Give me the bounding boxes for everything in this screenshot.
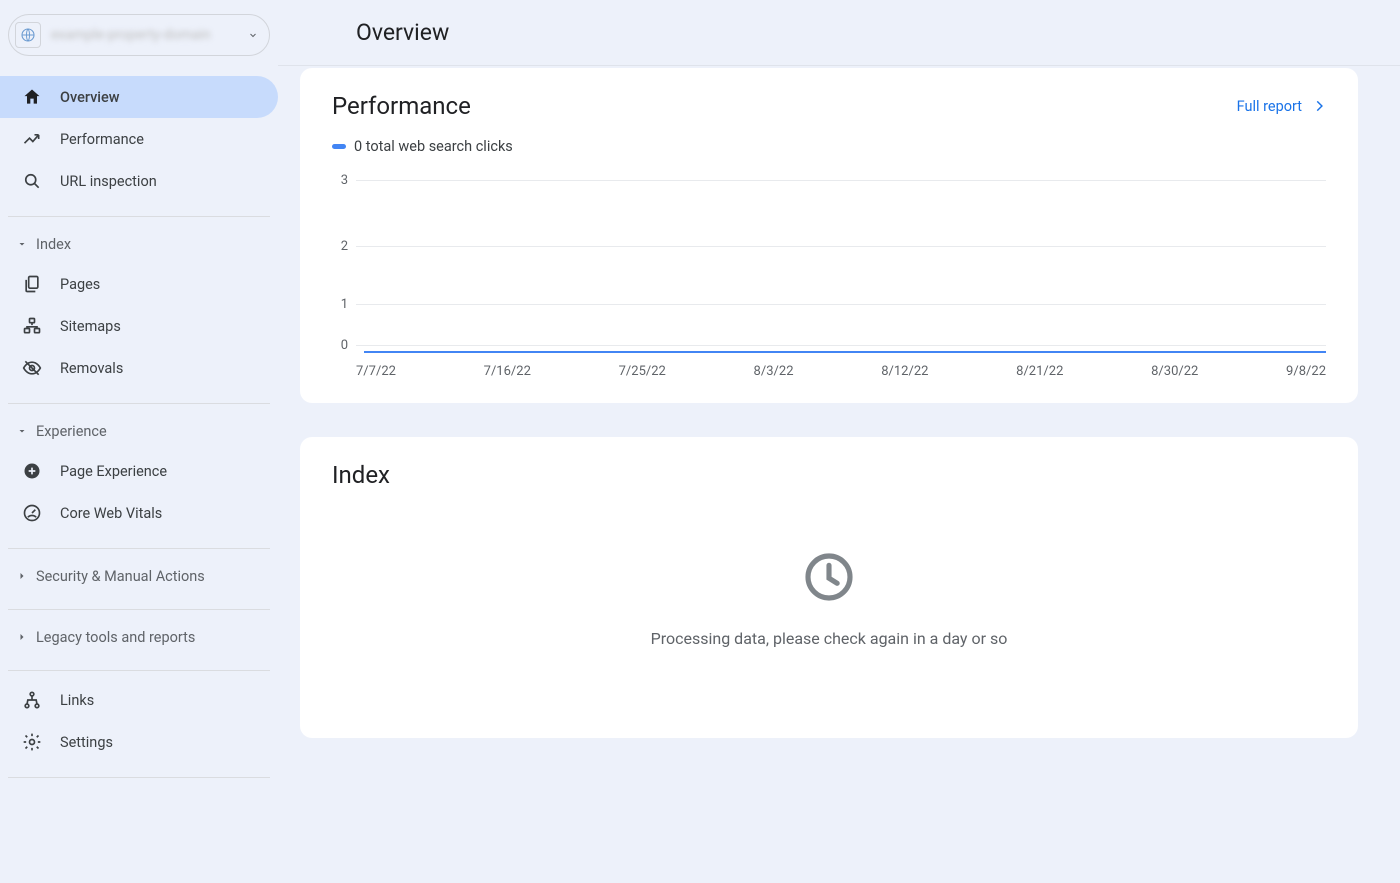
chevron-down-icon <box>16 238 34 250</box>
index-empty-state: Processing data, please check again in a… <box>332 489 1326 688</box>
sidebar-group-legacy[interactable]: Legacy tools and reports <box>0 618 278 656</box>
sidebar-item-pages[interactable]: Pages <box>0 263 278 305</box>
sidebar-item-label: Links <box>60 692 94 709</box>
sidebar-item-core-web-vitals[interactable]: Core Web Vitals <box>0 492 278 534</box>
index-card: Index Processing data, please check agai… <box>300 437 1358 738</box>
sidebar: example-property-domain Overview Perform… <box>0 0 278 883</box>
sidebar-item-label: URL inspection <box>60 173 157 190</box>
x-tick: 9/8/22 <box>1286 364 1326 379</box>
chart-series-line <box>364 351 1326 353</box>
gear-icon <box>22 732 42 752</box>
sidebar-item-label: Overview <box>60 89 120 106</box>
card-title: Performance <box>332 92 471 120</box>
full-report-link[interactable]: Full report <box>1237 98 1326 115</box>
x-tick: 8/30/22 <box>1151 364 1198 379</box>
sidebar-item-label: Core Web Vitals <box>60 505 162 522</box>
divider <box>8 670 270 671</box>
sidebar-group-label: Legacy tools and reports <box>36 629 195 646</box>
divider <box>8 403 270 404</box>
sidebar-item-settings[interactable]: Settings <box>0 721 278 763</box>
sidebar-group-index[interactable]: Index <box>0 225 278 263</box>
page-header: Overview <box>278 0 1400 66</box>
sidebar-item-url-inspection[interactable]: URL inspection <box>0 160 278 202</box>
tree-icon <box>22 690 42 710</box>
sidebar-group-label: Experience <box>36 423 107 440</box>
sidebar-item-label: Page Experience <box>60 463 167 480</box>
visibility-off-icon <box>22 358 42 378</box>
gridline <box>356 180 1326 181</box>
chevron-down-icon <box>247 29 259 41</box>
divider <box>8 216 270 217</box>
divider <box>8 777 270 778</box>
sidebar-item-label: Sitemaps <box>60 318 121 335</box>
sidebar-group-label: Index <box>36 236 71 253</box>
full-report-label: Full report <box>1237 98 1302 115</box>
chevron-right-icon <box>16 631 34 643</box>
x-tick: 8/21/22 <box>1016 364 1063 379</box>
index-empty-message: Processing data, please check again in a… <box>651 629 1008 648</box>
sidebar-item-performance[interactable]: Performance <box>0 118 278 160</box>
sidebar-group-security[interactable]: Security & Manual Actions <box>0 557 278 595</box>
clock-icon <box>801 549 857 605</box>
sidebar-item-overview[interactable]: Overview <box>0 76 278 118</box>
circle-plus-icon <box>22 461 42 481</box>
performance-chart: 3 2 1 0 7/7/22 7/16/22 7/25/22 8/3/22 8/… <box>334 173 1326 373</box>
pages-icon <box>22 274 42 294</box>
legend-swatch <box>332 144 346 149</box>
sidebar-item-label: Pages <box>60 276 100 293</box>
performance-card: Performance Full report 0 total web sear… <box>300 68 1358 403</box>
x-tick: 7/7/22 <box>356 364 396 379</box>
divider <box>8 609 270 610</box>
sidebar-group-experience[interactable]: Experience <box>0 412 278 450</box>
sitemap-icon <box>22 316 42 336</box>
sidebar-item-links[interactable]: Links <box>0 679 278 721</box>
search-icon <box>22 171 42 191</box>
property-label: example-property-domain <box>51 27 247 43</box>
x-tick: 8/12/22 <box>881 364 928 379</box>
card-title: Index <box>332 461 1326 489</box>
x-tick: 7/25/22 <box>619 364 666 379</box>
sidebar-item-label: Settings <box>60 734 113 751</box>
x-tick: 8/3/22 <box>754 364 794 379</box>
sidebar-item-removals[interactable]: Removals <box>0 347 278 389</box>
y-tick: 2 <box>334 239 356 254</box>
gridline <box>356 246 1326 247</box>
sidebar-group-label: Security & Manual Actions <box>36 568 205 585</box>
trend-icon <box>22 129 42 149</box>
divider <box>8 548 270 549</box>
x-tick: 7/16/22 <box>484 364 531 379</box>
sidebar-item-page-experience[interactable]: Page Experience <box>0 450 278 492</box>
content: Performance Full report 0 total web sear… <box>278 66 1400 883</box>
sidebar-item-sitemaps[interactable]: Sitemaps <box>0 305 278 347</box>
gridline <box>356 304 1326 305</box>
chevron-down-icon <box>16 425 34 437</box>
main: Overview Performance Full report 0 total <box>278 0 1400 883</box>
sidebar-item-label: Removals <box>60 360 123 377</box>
gridline <box>356 345 1326 346</box>
page-title: Overview <box>356 19 449 46</box>
legend-label: 0 total web search clicks <box>354 138 513 155</box>
property-selector[interactable]: example-property-domain <box>8 14 270 56</box>
globe-icon <box>15 22 41 48</box>
chevron-right-icon <box>16 570 34 582</box>
home-icon <box>22 87 42 107</box>
chevron-right-icon <box>1312 99 1326 113</box>
sidebar-item-label: Performance <box>60 131 144 148</box>
chart-legend: 0 total web search clicks <box>332 138 1326 155</box>
y-tick: 1 <box>334 297 356 312</box>
x-axis: 7/7/22 7/16/22 7/25/22 8/3/22 8/12/22 8/… <box>356 364 1326 379</box>
gauge-icon <box>22 503 42 523</box>
y-tick: 0 <box>334 338 356 353</box>
y-tick: 3 <box>334 173 356 188</box>
